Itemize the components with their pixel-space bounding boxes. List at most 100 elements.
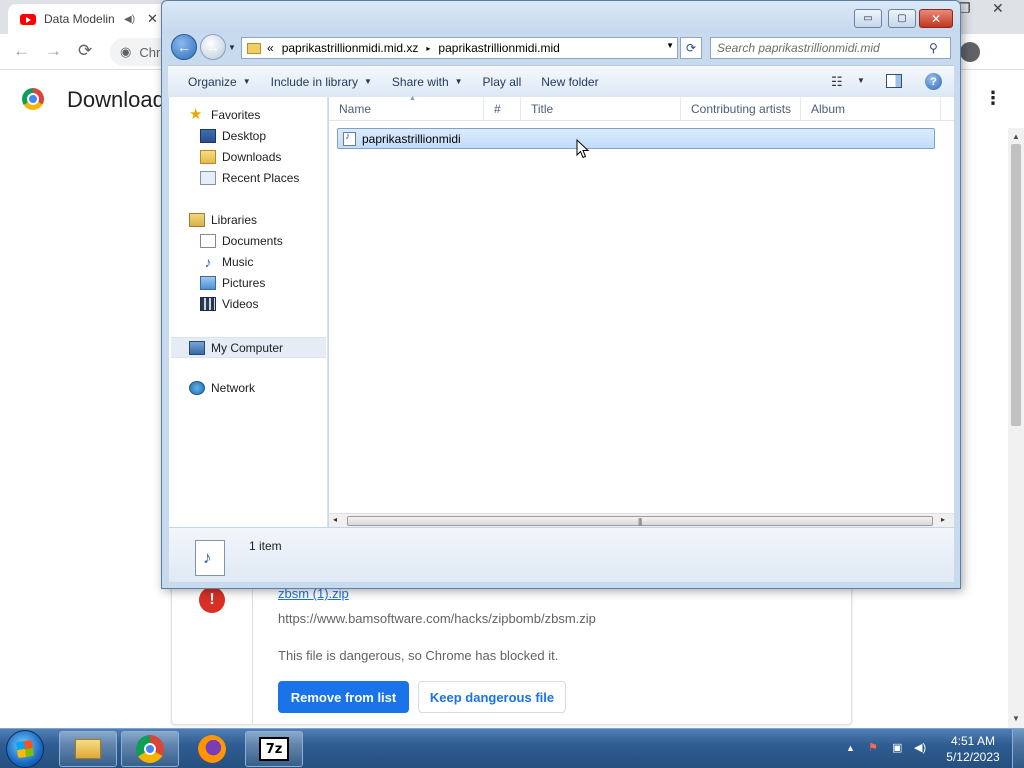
sort-ascending-icon: ▲ [409,95,416,102]
nav-label: Music [222,255,254,269]
volume-icon[interactable]: ◀) [914,741,926,754]
back-button[interactable]: ← [171,34,197,60]
views-dropdown-icon[interactable]: ▼ [857,76,865,85]
downloads-folder-icon [200,150,216,164]
chevron-down-icon: ▼ [242,77,251,86]
nav-network[interactable]: Network [189,381,255,395]
column-header-contributing-artists[interactable]: Contributing artists [681,97,801,121]
nav-label: Videos [222,297,259,311]
taskbar-7zip[interactable]: 7z [245,731,303,767]
nav-my-computer[interactable]: My Computer [171,337,326,358]
page-title: Download [67,87,165,112]
chrome-icon [136,735,164,763]
remove-from-list-button[interactable]: Remove from list [278,681,409,713]
breadcrumb-item[interactable]: paprikastrillionmidi.mid [438,41,559,55]
tab-title: Data Modelin [44,12,115,26]
chrome-tab-youtube[interactable]: Data Modelin ◀) ✕ [8,4,168,34]
command-bar: Organize ▼ Include in library ▼ Share with… [168,65,954,97]
start-button[interactable] [6,730,44,768]
help-icon[interactable]: ? [925,73,942,90]
share-with-menu[interactable]: Share with ▼ [392,75,463,89]
7zip-icon: 7z [259,737,289,761]
more-options-icon[interactable]: ⋮ [984,88,1002,109]
address-dropdown-icon[interactable]: ▼ [666,41,674,50]
taskbar-chrome[interactable] [121,731,179,767]
column-header-number[interactable]: # [484,97,521,121]
scrollbar-thumb[interactable] [1011,144,1021,426]
search-box[interactable]: ⚲ [710,37,951,59]
file-name: paprikastrillionmidi [362,131,461,146]
folder-icon [247,42,261,54]
download-warning-text: This file is dangerous, so Chrome has bl… [278,648,559,663]
column-header-name[interactable]: Name ▲ [329,95,484,121]
views-icon[interactable]: ☷ [831,74,843,90]
search-icon[interactable]: ⚲ [929,41,938,55]
scroll-up-icon[interactable]: ▲ [1012,132,1020,141]
address-bar[interactable]: « paprikastrillionmidi.mid.xz ▸ paprikas… [241,37,678,59]
refresh-button[interactable]: ⟳ [680,37,702,59]
taskbar-explorer[interactable] [59,731,117,767]
window-close-icon[interactable]: ✕ [992,0,1004,17]
chrome-logo-icon [22,88,44,110]
recent-places-icon [200,171,216,185]
back-arrow-icon[interactable]: ← [13,41,30,61]
nav-documents[interactable]: Documents [200,234,283,248]
tab-close-icon[interactable]: ✕ [147,11,158,27]
scroll-down-icon[interactable]: ▼ [1012,714,1020,723]
breadcrumb-item[interactable]: paprikastrillionmidi.mid.xz [282,41,419,55]
breadcrumb-overflow[interactable]: « [267,41,274,55]
action-center-flag-icon[interactable]: ⚑ [868,741,878,754]
nav-desktop[interactable]: Desktop [200,129,266,143]
nav-label: Network [211,381,256,395]
nav-videos[interactable]: Videos [200,297,258,311]
nav-libraries[interactable]: Libraries [189,213,257,227]
include-in-library-menu[interactable]: Include in library ▼ [271,75,372,89]
documents-icon [200,234,216,248]
network-tray-icon[interactable]: ▣ [892,741,902,754]
horizontal-scrollbar[interactable]: ◂ ||| ▸ [329,513,954,527]
nav-pictures[interactable]: Pictures [200,276,265,290]
scrollbar-thumb[interactable]: ||| [347,516,933,526]
column-header-album[interactable]: Album [801,97,941,121]
preview-pane-icon[interactable] [886,74,902,88]
forward-button[interactable]: → [200,34,226,60]
search-input[interactable] [717,41,929,55]
youtube-icon [20,13,36,25]
forward-arrow-icon[interactable]: → [45,41,62,61]
keep-dangerous-file-button[interactable]: Keep dangerous file [418,681,566,713]
mouse-pointer-icon [576,139,590,159]
windows-logo-icon [15,739,35,759]
scroll-left-icon[interactable]: ◂ [333,515,337,524]
page-scrollbar[interactable]: ▲ ▼ [1008,128,1024,728]
column-header-title[interactable]: Title [521,97,681,121]
organize-menu[interactable]: Organize ▼ [188,75,251,89]
taskbar-firefox[interactable] [183,731,241,767]
explorer-titlebar[interactable]: ▭ ▢ ✕ [162,1,960,33]
minimize-button[interactable]: ▭ [854,9,882,28]
chrome-site-icon: ◉ [120,44,132,59]
nav-favorites[interactable]: ★ Favorites [189,107,260,122]
nav-music[interactable]: ♪ Music [200,255,254,269]
explorer-window: ▭ ▢ ✕ ← → ▼ « paprikastrillionmidi.mid.x… [161,0,961,589]
column-label: Name [339,102,372,116]
breadcrumb-separator-icon[interactable]: ▸ [426,44,430,53]
close-button[interactable]: ✕ [919,9,953,28]
taskbar: 7z ▲ ⚑ ▣ ◀) 4:51 AM 5/12/2023 [0,728,1024,768]
reload-icon[interactable]: ⟳ [78,41,92,61]
speaker-icon[interactable]: ◀) [124,14,135,25]
nav-downloads[interactable]: Downloads [200,150,281,164]
system-clock[interactable]: 4:51 AM 5/12/2023 [940,733,1006,765]
new-folder-button[interactable]: New folder [541,75,598,89]
column-headers: Name ▲ # Title Contributing artists Albu… [329,95,954,121]
network-icon [189,381,205,395]
scroll-right-icon[interactable]: ▸ [941,515,945,524]
nav-label: My Computer [211,340,284,355]
file-row[interactable]: paprikastrillionmidi [337,128,935,149]
show-desktop-button[interactable] [1012,729,1024,768]
nav-recent-places[interactable]: Recent Places [200,171,299,185]
play-all-button[interactable]: Play all [483,75,522,89]
maximize-button[interactable]: ▢ [888,9,916,28]
history-dropdown-icon[interactable]: ▼ [228,43,236,52]
tray-expand-icon[interactable]: ▲ [846,743,855,753]
profile-avatar-icon[interactable] [960,42,980,62]
